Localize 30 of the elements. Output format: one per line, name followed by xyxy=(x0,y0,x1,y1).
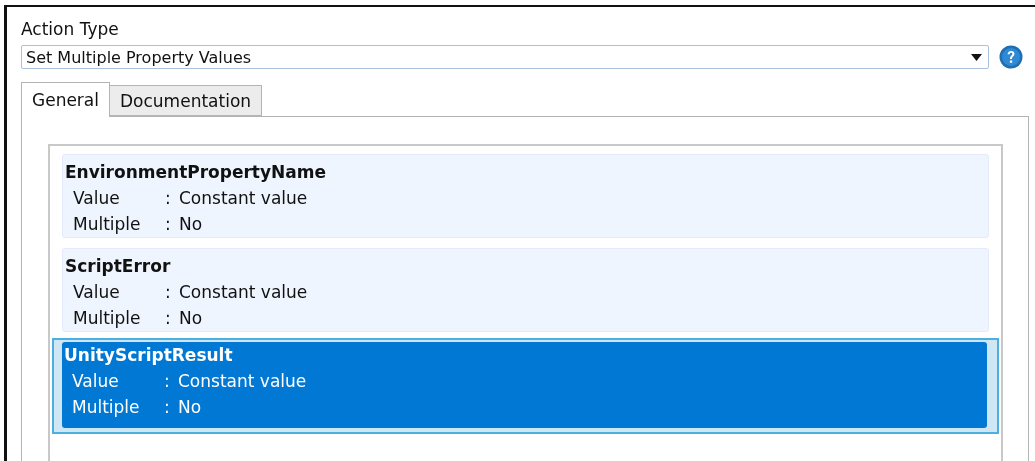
field-key: Multiple xyxy=(72,394,164,420)
tab[interactable]: Documentation xyxy=(109,85,263,116)
help-icon[interactable] xyxy=(999,45,1023,69)
field-key: Value xyxy=(73,185,165,211)
field-separator: : xyxy=(164,370,171,393)
field-key: Multiple xyxy=(73,305,165,331)
action-type-dropdown[interactable]: Set Multiple Property Values xyxy=(21,45,989,69)
field-separator: : xyxy=(165,307,172,330)
field-value: No xyxy=(178,396,202,419)
field-value: No xyxy=(179,307,203,330)
property-name: EnvironmentPropertyName xyxy=(65,161,327,184)
field-key: Value xyxy=(72,368,164,394)
property-name: UnityScriptResult xyxy=(64,344,233,367)
caret-icon xyxy=(971,53,982,61)
property-item[interactable]: UnityScriptResult Value : Constant value Multiple : No xyxy=(52,338,999,434)
field-value: Constant value xyxy=(179,281,308,304)
field-value: Constant value xyxy=(178,370,307,393)
field-value: Constant value xyxy=(179,187,308,210)
field-separator: : xyxy=(165,187,172,210)
field-key: Multiple xyxy=(73,211,165,237)
field-separator: : xyxy=(165,281,172,304)
property-name: ScriptError xyxy=(65,255,171,278)
field-label: Action Type xyxy=(21,18,119,41)
field-separator: : xyxy=(165,213,172,236)
field-key: Value xyxy=(73,279,165,305)
property-item[interactable]: ScriptError Value : Constant value Multiple : No xyxy=(62,248,989,332)
field-value: No xyxy=(179,213,203,236)
property-item[interactable]: EnvironmentPropertyName Value : Constant value Multiple : No xyxy=(62,154,989,238)
field-separator: : xyxy=(164,396,171,419)
tab[interactable]: General xyxy=(21,82,110,117)
